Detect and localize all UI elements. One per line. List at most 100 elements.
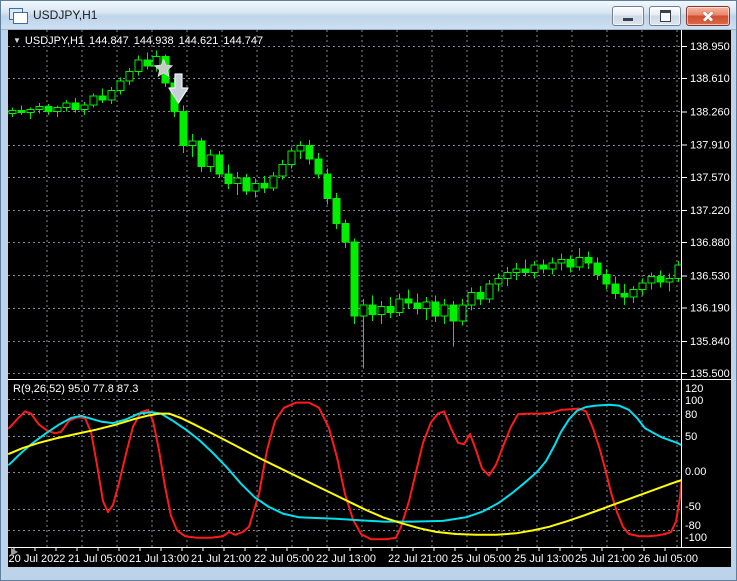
candle — [611, 283, 620, 294]
candle — [116, 80, 125, 92]
time-scale-label[interactable]: 22 Jul 13:00 — [316, 553, 376, 565]
candle — [233, 177, 242, 184]
time-scale-label[interactable]: 21 Jul 13:00 — [129, 553, 189, 565]
price-scale-label[interactable]: 136.530 — [690, 270, 730, 282]
price-scale-label[interactable]: 135.500 — [690, 368, 730, 380]
candle — [296, 145, 305, 152]
candle — [134, 59, 143, 73]
indicator-scale-label[interactable]: -50 — [685, 501, 701, 513]
indicator-scale-label[interactable]: 120 — [685, 383, 703, 395]
close-button[interactable] — [686, 6, 730, 26]
price-scale-label[interactable]: 137.570 — [690, 172, 730, 184]
candle — [350, 241, 359, 317]
candle — [206, 154, 215, 167]
time-scale-label[interactable]: 25 Jul 13:00 — [514, 553, 574, 565]
candle — [260, 182, 269, 189]
time-scale-label[interactable]: 22 Jul 21:00 — [388, 553, 448, 565]
price-scale-label[interactable]: 135.840 — [690, 336, 730, 348]
candle — [629, 289, 638, 298]
indicator-scale-label[interactable]: 50 — [685, 431, 697, 443]
grid — [8, 30, 681, 547]
candle — [422, 301, 431, 310]
candle — [665, 277, 674, 283]
price-scale-label[interactable]: 138.610 — [690, 73, 730, 85]
indicator-line-R52 — [8, 412, 681, 536]
price-scale-label[interactable]: 136.190 — [690, 303, 730, 315]
candle — [71, 102, 80, 111]
restore-button[interactable] — [649, 6, 681, 26]
high-value: 144.938 — [133, 35, 174, 47]
candle — [548, 262, 557, 270]
candle — [17, 109, 26, 113]
candle — [314, 158, 323, 175]
open-value: 144.847 — [89, 35, 129, 47]
candle — [566, 258, 575, 268]
price-scale-label[interactable]: 138.260 — [690, 106, 730, 118]
indicator-lines — [8, 401, 681, 541]
symbol-period-label: USDJPY,H1 — [24, 35, 85, 47]
candle — [125, 71, 134, 82]
candle — [305, 145, 314, 160]
candle — [377, 306, 386, 315]
candle — [359, 304, 368, 317]
candle — [593, 262, 602, 275]
candle — [26, 109, 35, 113]
candle — [458, 304, 467, 322]
candle — [539, 264, 548, 270]
candle — [512, 268, 521, 274]
minimize-icon — [623, 18, 633, 21]
candle — [44, 106, 53, 112]
chart-canvas[interactable]: 138.950 138.610 138.260 137.910 137.570 137.2… — [8, 30, 731, 567]
ohlc-header: ▼ USDJPY,H1 144.847 144.938 144.621 144.747 — [13, 35, 268, 47]
price-scale-label[interactable]: 137.220 — [690, 205, 730, 217]
window-title: USDJPY,H1 — [33, 8, 98, 22]
low-value: 144.621 — [178, 35, 219, 47]
price-scale-label[interactable]: 136.880 — [690, 237, 730, 249]
price-scale-label[interactable]: 137.910 — [690, 140, 730, 152]
time-scale-label[interactable]: 21 Jul 21:00 — [191, 553, 251, 565]
candle — [179, 110, 188, 147]
candle — [467, 291, 476, 306]
candle — [602, 273, 611, 285]
close-icon — [702, 10, 714, 22]
indicator-scale-label[interactable]: 100 — [685, 395, 703, 407]
indicator-label: R(9,26,52) 95.0 77.8 87.3 — [13, 383, 139, 395]
candle — [98, 95, 107, 101]
candle — [323, 173, 332, 200]
candle — [269, 175, 278, 189]
title-bar[interactable]: USDJPY,H1 — [1, 1, 736, 30]
candle — [89, 95, 98, 106]
indicator-scale-label[interactable]: -100 — [685, 532, 707, 544]
down-arrow-marker[interactable] — [167, 73, 191, 110]
candle — [431, 301, 440, 317]
close-value: 144.747 — [223, 35, 264, 47]
candle — [35, 106, 44, 111]
candle — [368, 304, 377, 315]
time-scale-label[interactable]: 25 Jul 21:00 — [575, 553, 635, 565]
indicator-scale-label[interactable]: 80 — [685, 409, 697, 421]
candle — [215, 154, 224, 175]
symbol-dropdown-icon[interactable]: ▼ — [13, 36, 21, 45]
candle — [251, 182, 260, 192]
candle — [674, 264, 681, 279]
candle — [530, 264, 539, 274]
candle — [620, 292, 629, 298]
candle — [575, 256, 584, 268]
time-scale-label[interactable]: 26 Jul 05:00 — [638, 553, 698, 565]
candle — [188, 140, 197, 147]
price-scale-label[interactable]: 138.950 — [690, 41, 730, 53]
indicator-scale-label[interactable]: -80 — [685, 520, 701, 532]
candle — [557, 258, 566, 264]
indicator-scale-label[interactable]: 0.00 — [685, 466, 706, 478]
time-scale-label[interactable]: 22 Jul 05:00 — [254, 553, 314, 565]
minimize-button[interactable] — [612, 6, 644, 26]
candles — [8, 50, 681, 369]
chart-window-icon — [9, 7, 28, 24]
candle — [440, 304, 449, 317]
chart-client-area: 138.950 138.610 138.260 137.910 137.570 137.2… — [8, 30, 731, 567]
time-scale-label[interactable]: 25 Jul 05:00 — [451, 553, 511, 565]
candle — [62, 102, 71, 109]
time-scale-label[interactable]: 21 Jul 05:00 — [68, 553, 128, 565]
candle — [584, 256, 593, 264]
candle — [287, 150, 296, 165]
